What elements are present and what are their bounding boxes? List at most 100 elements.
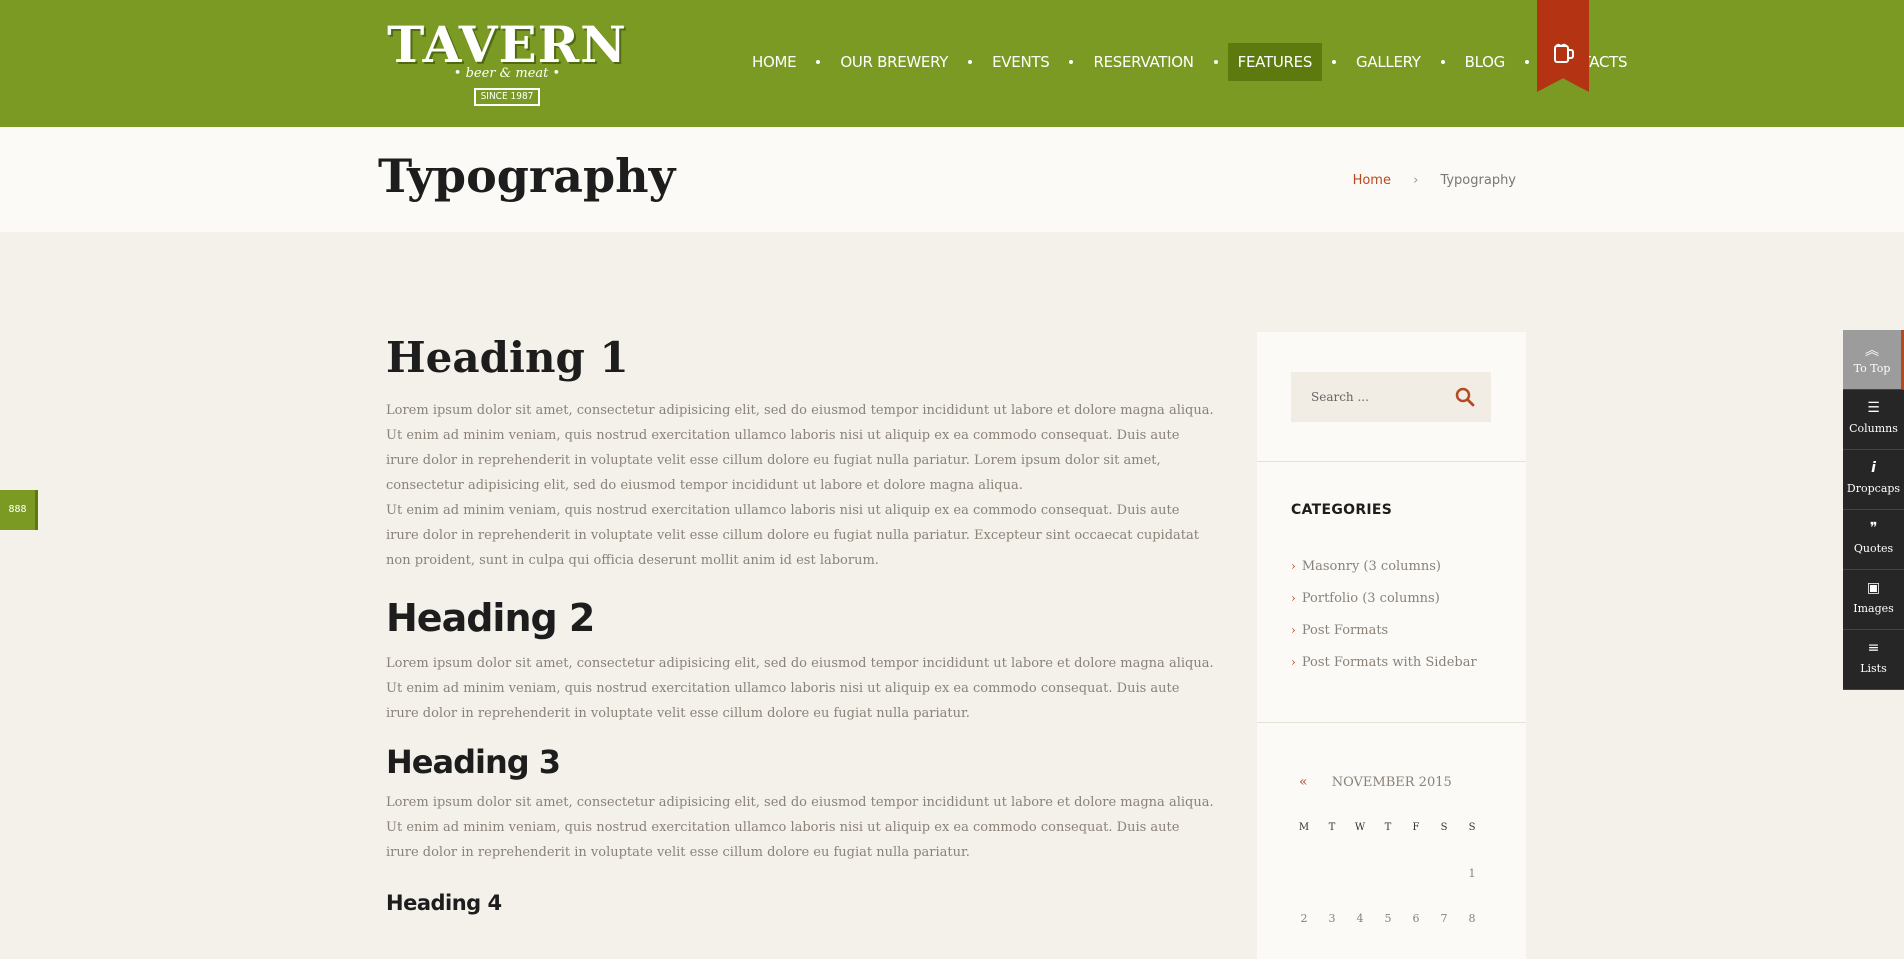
logo-since-badge: SINCE 1987	[474, 88, 540, 106]
category-label: Portfolio (3 columns)	[1301, 591, 1440, 606]
calendar-day	[1374, 867, 1402, 912]
calendar-day	[1290, 867, 1318, 912]
categories-list: › Masonry (3 columns) › Portfolio (3 colum…	[1291, 556, 1477, 684]
nav-reservation[interactable]: RESERVATION	[1083, 43, 1203, 81]
images-icon: ▣	[1866, 580, 1881, 596]
calendar-header: « NOVEMBER 2015	[1299, 774, 1452, 790]
calendar-day	[1402, 867, 1430, 912]
beer-mug-icon	[1554, 43, 1574, 63]
calendar-day	[1346, 867, 1374, 912]
sidebar-divider	[1257, 722, 1526, 723]
settings-tab[interactable]: 888	[0, 490, 38, 530]
paragraph-2: Lorem ipsum dolor sit amet, consectetur …	[386, 656, 1214, 721]
heading-2: Heading 2	[386, 596, 595, 640]
paragraph-3: Lorem ipsum dolor sit amet, consectetur …	[386, 795, 1214, 860]
breadcrumb-separator-icon: ›	[1413, 173, 1419, 188]
page-title: Typography	[378, 149, 676, 203]
calendar-day: 5	[1384, 912, 1392, 925]
toolbar-label: Columns	[1849, 422, 1898, 435]
calendar-day	[1318, 867, 1346, 912]
calendar-dow: T	[1384, 822, 1392, 833]
calendar-day: 8	[1468, 912, 1476, 925]
toolbar-label: Lists	[1860, 662, 1887, 675]
logo-tagline: • beer & meat •	[453, 66, 561, 81]
settings-tab-icon: 888	[8, 504, 27, 515]
nav-separator-dot	[1213, 60, 1218, 64]
main-content: Heading 1 Lorem ipsum dolor sit amet, co…	[386, 330, 1216, 919]
page-title-bar: Typography Home › Typography	[0, 127, 1904, 232]
heading-1: Heading 1	[386, 333, 629, 382]
main-nav: HOME OUR BREWERY EVENTS RESERVATION FEAT…	[742, 43, 1637, 81]
search-icon[interactable]	[1455, 387, 1475, 407]
toolbar-label: Images	[1853, 602, 1894, 615]
calendar-dow: S	[1440, 822, 1448, 833]
lists-button[interactable]: ≡ Lists	[1843, 630, 1904, 690]
category-item[interactable]: › Post Formats	[1291, 620, 1477, 652]
calendar-day: 3	[1328, 912, 1336, 925]
category-item[interactable]: › Portfolio (3 columns)	[1291, 588, 1477, 620]
nav-features[interactable]: FEATURES	[1227, 43, 1323, 81]
sidebar-divider	[1257, 461, 1526, 462]
search-input[interactable]	[1291, 372, 1451, 422]
search-widget	[1291, 372, 1491, 422]
floating-toolbar: ︽ To Top ☰ Columns i Dropcaps ❞ Quotes ▣…	[1843, 330, 1904, 690]
nav-home[interactable]: HOME	[742, 43, 806, 81]
nav-our-brewery[interactable]: OUR BREWERY	[830, 43, 958, 81]
category-item[interactable]: › Masonry (3 columns)	[1291, 556, 1477, 588]
calendar-dow: S	[1468, 822, 1476, 833]
nav-separator-dot	[1069, 60, 1074, 64]
chevron-right-icon: ›	[1291, 591, 1296, 605]
category-item[interactable]: › Post Formats with Sidebar	[1291, 652, 1477, 684]
double-chevron-up-icon: ︽	[1865, 343, 1879, 359]
columns-icon: ☰	[1867, 400, 1880, 416]
breadcrumb-home-link[interactable]: Home	[1353, 173, 1391, 188]
toolbar-label: To Top	[1853, 362, 1891, 375]
dropcaps-button[interactable]: i Dropcaps	[1843, 450, 1904, 510]
nav-separator-dot	[1440, 60, 1445, 64]
nav-separator-dot	[968, 60, 973, 64]
double-chevron-left-icon[interactable]: «	[1299, 774, 1308, 790]
calendar-dow: F	[1412, 822, 1420, 833]
tavern-logo[interactable]: TAVERN • beer & meat • SINCE 1987	[378, 18, 636, 108]
calendar-day: 6	[1412, 912, 1420, 925]
images-button[interactable]: ▣ Images	[1843, 570, 1904, 630]
category-label: Post Formats	[1301, 623, 1389, 638]
category-label: Post Formats with Sidebar	[1301, 655, 1477, 670]
calendar-week-row: 1	[1290, 867, 1486, 912]
nav-separator-dot	[1332, 60, 1337, 64]
calendar-dow: M	[1298, 822, 1310, 833]
calendar-day: 2	[1300, 912, 1308, 925]
list-icon: ≡	[1867, 640, 1880, 656]
categories-title: CATEGORIES	[1291, 502, 1393, 518]
toolbar-label: Quotes	[1853, 542, 1894, 555]
quotes-button[interactable]: ❞ Quotes	[1843, 510, 1904, 570]
nav-separator-dot	[816, 60, 821, 64]
calendar-grid: M T W T F S S 1 2 3 4 5 6 7 8	[1290, 822, 1486, 957]
sidebar: CATEGORIES › Masonry (3 columns) › Portfol…	[1257, 332, 1526, 959]
category-label: Masonry (3 columns)	[1301, 559, 1441, 574]
breadcrumb-current: Typography	[1440, 173, 1516, 188]
calendar-day: 4	[1356, 912, 1364, 925]
logo-wordmark: TAVERN	[387, 15, 627, 74]
cart-ribbon[interactable]	[1537, 0, 1589, 92]
nav-separator-dot	[1525, 60, 1529, 64]
site-header: TAVERN • beer & meat • SINCE 1987 HOME O…	[0, 0, 1904, 127]
to-top-button[interactable]: ︽ To Top	[1843, 330, 1904, 390]
quote-icon: ❞	[1869, 520, 1878, 536]
calendar-month: NOVEMBER 2015	[1331, 775, 1452, 790]
chevron-right-icon: ›	[1291, 623, 1296, 637]
calendar-day: 7	[1440, 912, 1448, 925]
calendar-dow-row: M T W T F S S	[1290, 822, 1486, 867]
nav-events[interactable]: EVENTS	[982, 43, 1059, 81]
calendar-week-row: 2 3 4 5 6 7 8	[1290, 912, 1486, 957]
paragraph-1b: Ut enim ad minim veniam, quis nostrud ex…	[386, 503, 1199, 568]
heading-4: Heading 4	[386, 891, 502, 915]
paragraph-1: Lorem ipsum dolor sit amet, consectetur …	[386, 403, 1214, 493]
nav-gallery[interactable]: GALLERY	[1346, 43, 1431, 81]
calendar-dow: W	[1354, 822, 1366, 833]
nav-blog[interactable]: BLOG	[1455, 43, 1515, 81]
heading-3: Heading 3	[386, 743, 561, 781]
columns-button[interactable]: ☰ Columns	[1843, 390, 1904, 450]
info-icon: i	[1871, 460, 1876, 476]
breadcrumb: Home › Typography	[1353, 173, 1516, 188]
